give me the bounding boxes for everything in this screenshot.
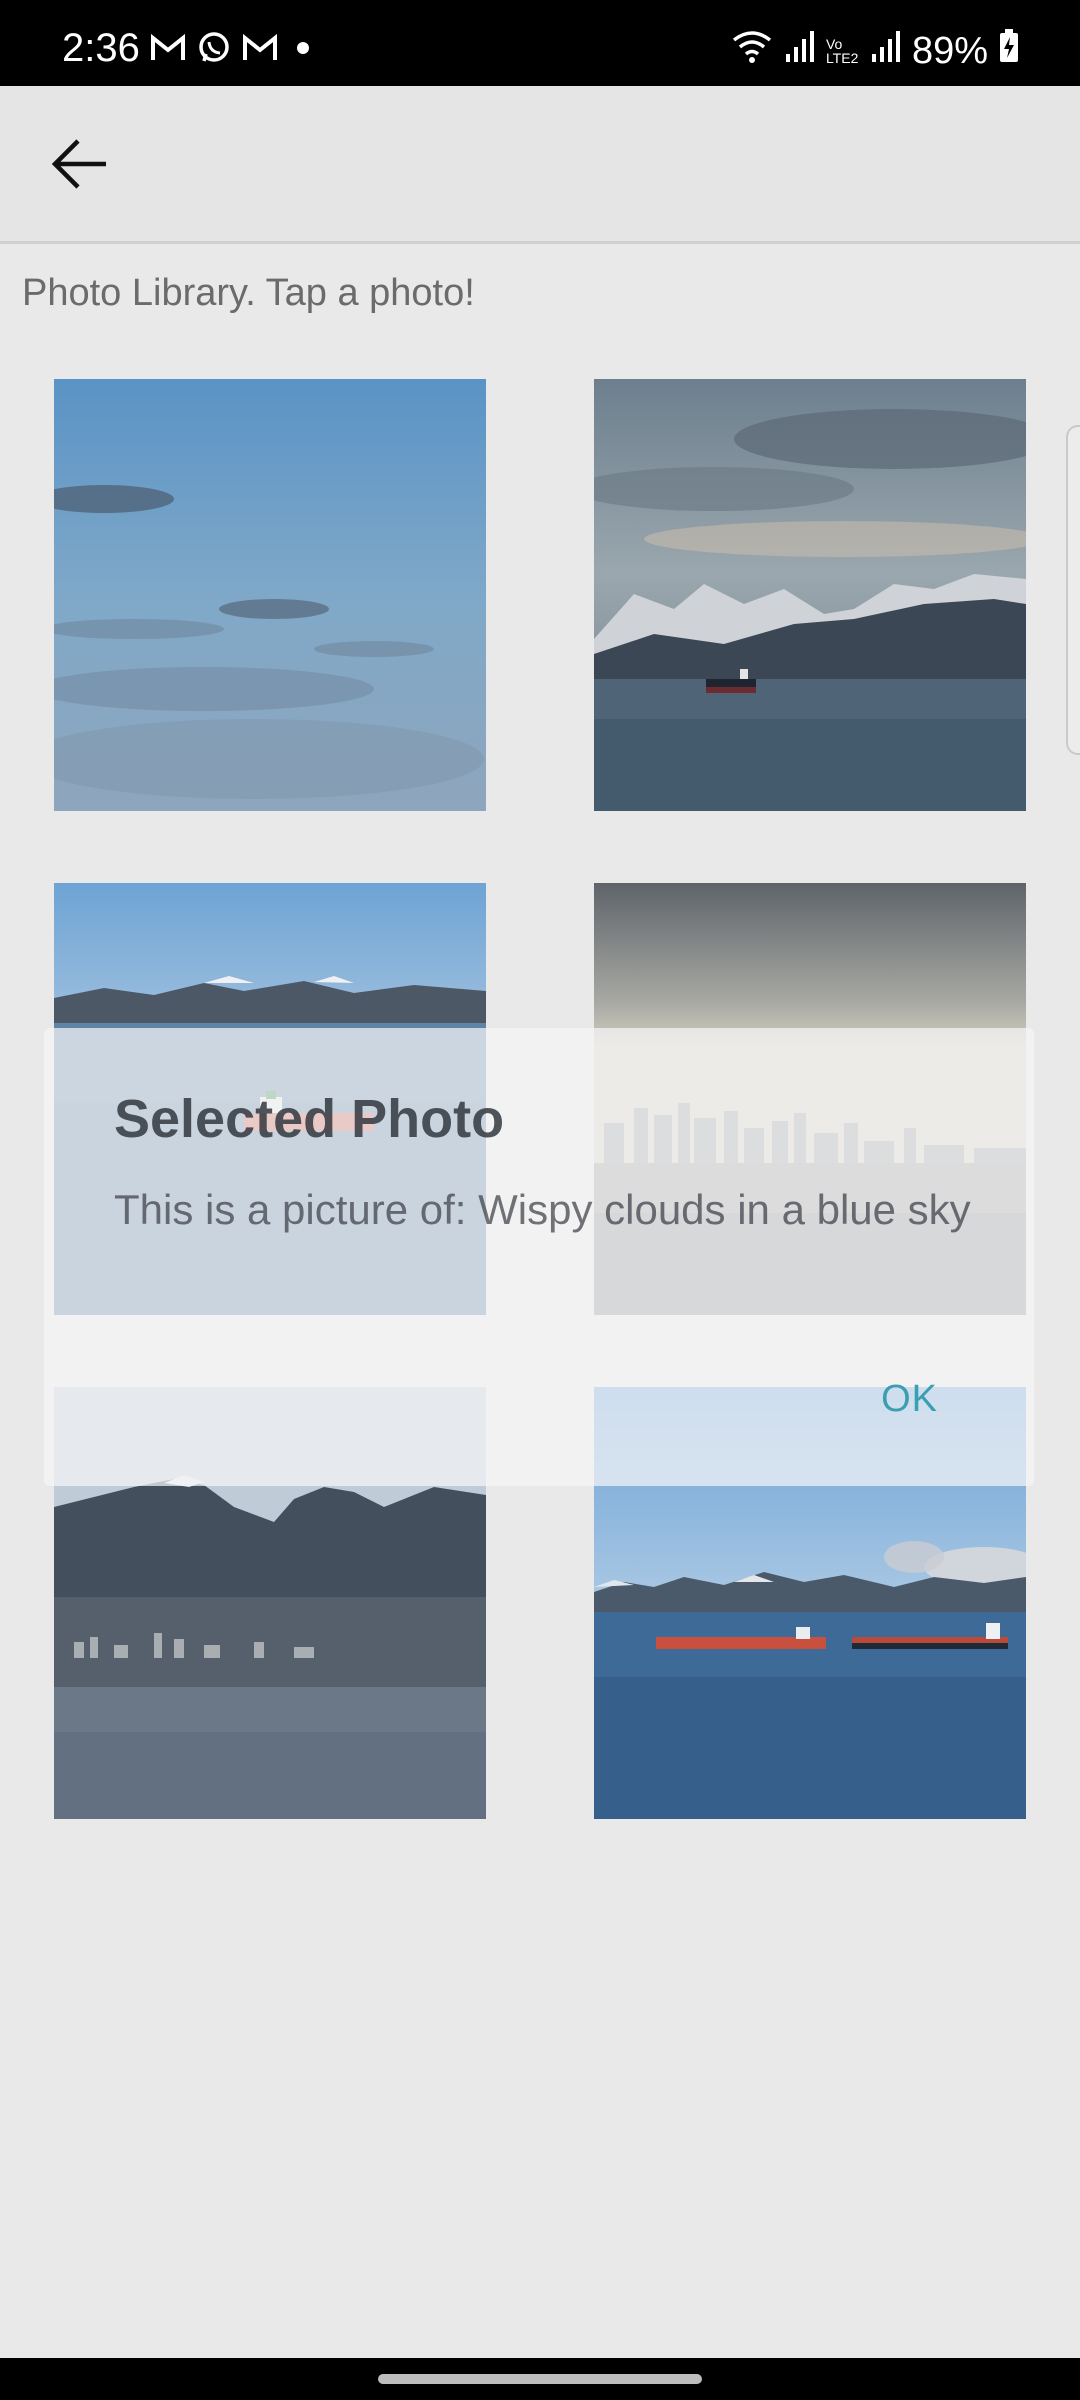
ok-button[interactable]: OK	[881, 1378, 938, 1421]
photo-clouds-image	[54, 379, 486, 811]
signal-icon	[870, 28, 902, 74]
notification-icons	[150, 30, 318, 71]
photo-mountains-ship-image	[594, 379, 1026, 811]
dialog-message: This is a picture of: Wispy clouds in a …	[114, 1186, 971, 1233]
gmail-icon	[150, 33, 186, 68]
scrollbar[interactable]	[1066, 425, 1080, 755]
status-bar: 2:36 Vo LTE2 89%	[0, 0, 1080, 86]
app-bar	[0, 86, 1080, 244]
home-indicator[interactable]	[378, 2374, 702, 2384]
volte-icon: Vo LTE2	[825, 36, 859, 66]
status-time: 2:36	[62, 26, 140, 70]
photo-thumbnail-clouds[interactable]	[54, 379, 486, 811]
back-button[interactable]	[40, 126, 120, 206]
wifi-icon	[730, 28, 774, 74]
dot-icon	[288, 33, 318, 68]
status-right: Vo LTE2 89%	[730, 28, 1020, 74]
gmail-icon	[242, 33, 278, 68]
battery-percent: 89%	[911, 29, 988, 72]
whatsapp-icon	[196, 30, 232, 71]
arrow-back-icon	[50, 136, 110, 197]
photo-thumbnail-mountains-ship[interactable]	[594, 379, 1026, 811]
dialog-title: Selected Photo	[114, 1089, 505, 1149]
battery-charging-icon	[998, 28, 1020, 74]
selected-photo-dialog: Selected Photo This is a picture of: Wis…	[44, 1028, 1034, 1486]
library-hint: Photo Library. Tap a photo!	[22, 272, 475, 314]
signal-icon	[784, 28, 816, 74]
